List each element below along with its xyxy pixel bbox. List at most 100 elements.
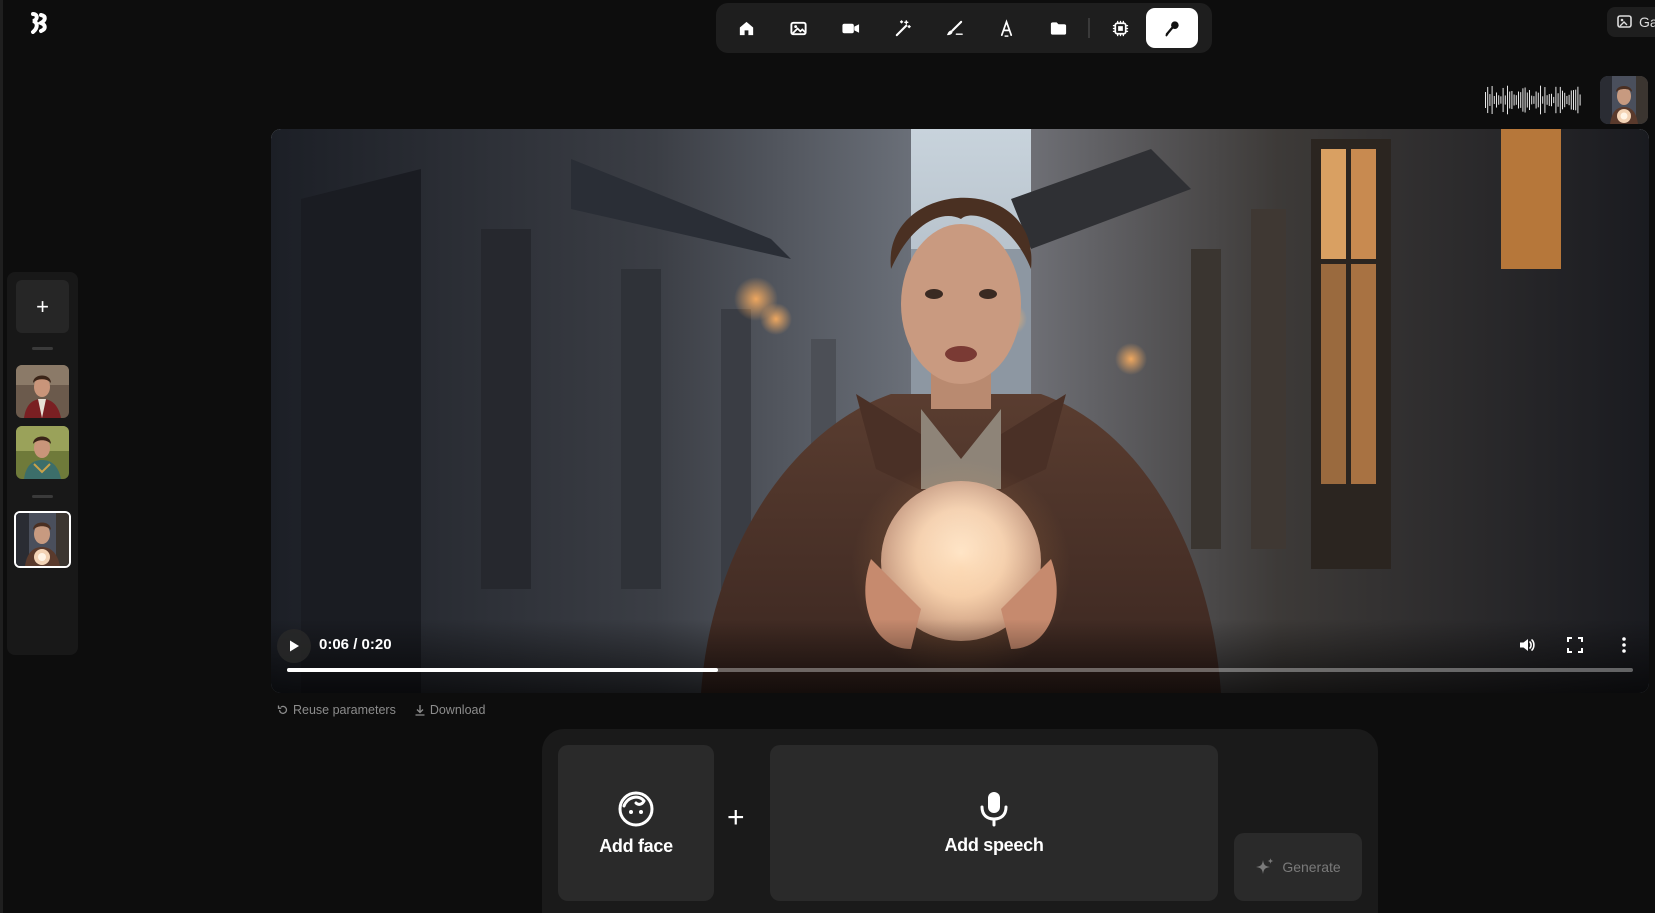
video-icon [841,23,859,33]
waveform-bar [1491,85,1493,115]
waveform-bar [1557,93,1559,107]
waveform-bar [1520,92,1522,108]
reuse-parameters-label: Reuse parameters [293,703,396,717]
waveform-bar [1535,91,1537,109]
waveform-bar [1537,92,1539,108]
tool-lipsync[interactable] [1146,8,1198,48]
waveform-bar [1548,94,1550,106]
history-thumbnail-image [16,513,69,566]
tool-folder[interactable] [1032,8,1084,48]
microphone-icon [980,791,1008,826]
tool-home[interactable] [720,8,772,48]
waveform-bar [1502,87,1504,113]
gallery-label: Ga [1639,14,1655,30]
waveform-bar [1493,95,1495,105]
top-toolbar [716,3,1212,53]
waveform-bar [1562,90,1563,110]
video-player[interactable]: 0:06 / 0:20 [271,129,1649,693]
waveform-bar [1573,90,1574,110]
waveform-bar [1579,94,1581,106]
play-icon [290,640,299,652]
tool-brush[interactable] [928,8,980,48]
more-options-button[interactable] [1610,631,1638,659]
add-face-card[interactable]: Add face [558,745,714,901]
download-icon [415,705,425,716]
volume-button[interactable] [1513,631,1541,659]
history-item[interactable] [16,426,69,479]
tool-text[interactable] [980,8,1032,48]
history-thumbnail-image [16,365,69,418]
volume-icon [1520,639,1535,651]
app-root: Ga + 0:06 / 0:20 Reuse parameters Downlo… [0,0,1655,913]
waveform-bar [1531,95,1533,105]
waveform-bar [1577,86,1579,114]
generate-button[interactable]: Generate [1234,833,1362,901]
waveform-bar [1570,90,1572,110]
tool-video[interactable] [824,8,876,48]
history-thumbnail-image [16,426,69,479]
text-tool-icon [1000,18,1012,37]
waveform-bar [1542,96,1544,104]
download-label: Download [429,703,486,717]
waveform-bar [1500,96,1502,104]
waveform-bar [1540,85,1541,115]
tool-chip[interactable] [1094,8,1146,48]
download-button[interactable]: Download [414,703,486,717]
waveform-bar [1515,95,1517,105]
sparkle-icon [1256,858,1274,874]
microphone-icon [1164,20,1179,37]
current-result-thumbnail[interactable] [1600,76,1648,124]
video-progress-bar[interactable] [287,668,1633,672]
plus-sign: + [727,801,745,834]
add-speech-card[interactable]: Add speech [770,745,1218,901]
folder-icon [1050,21,1066,35]
portrait-thumbnail-image [1600,76,1648,124]
reuse-parameters-button[interactable]: Reuse parameters [277,703,396,717]
play-button[interactable] [277,629,311,663]
magic-wand-icon [895,19,911,36]
waveform-bar [1487,86,1489,114]
refresh-icon [277,705,288,714]
audio-waveform[interactable] [1484,82,1582,118]
history-add-label: + [36,293,49,319]
waveform-bar [1496,92,1497,108]
waveform-bar [1513,94,1515,106]
add-face-label: Add face [599,835,673,856]
waveform-bar [1544,87,1546,113]
waveform-bar [1555,86,1557,114]
history-item-selected[interactable] [14,511,71,568]
video-progress-fill [287,668,718,672]
waveform-bar [1524,87,1526,113]
video-frame-image [271,129,1649,693]
generate-label: Generate [1282,859,1341,875]
waveform-bar [1566,95,1568,105]
fullscreen-button[interactable] [1561,631,1589,659]
gallery-button[interactable]: Ga [1607,7,1655,37]
player-controls-overlay [271,619,1649,693]
video-actions: Reuse parameters Download [277,703,485,717]
tool-image[interactable] [772,8,824,48]
waveform-bar [1509,91,1511,109]
add-speech-label: Add speech [944,834,1044,855]
brand-logo[interactable] [30,12,50,34]
home-icon [739,21,753,35]
waveform-bar [1518,91,1519,109]
image-icon [789,21,807,35]
waveform-bar [1522,88,1524,112]
fullscreen-icon [1567,637,1583,653]
history-panel: + [7,272,78,655]
history-divider [32,347,53,350]
left-edge-divider [0,0,3,913]
waveform-bar [1559,86,1561,114]
history-item[interactable] [16,365,69,418]
waveform-bar [1511,90,1513,110]
tool-magic[interactable] [876,8,928,48]
lipsync-composer: Add face + Add speech Generate [542,729,1378,913]
waveform-bar [1489,94,1491,106]
history-add-button[interactable]: + [16,280,69,333]
waveform-bar [1533,96,1535,104]
gallery-icon [1617,15,1632,28]
waveform-bar [1553,96,1555,104]
history-divider [32,495,53,498]
waveform-bar [1575,89,1577,111]
